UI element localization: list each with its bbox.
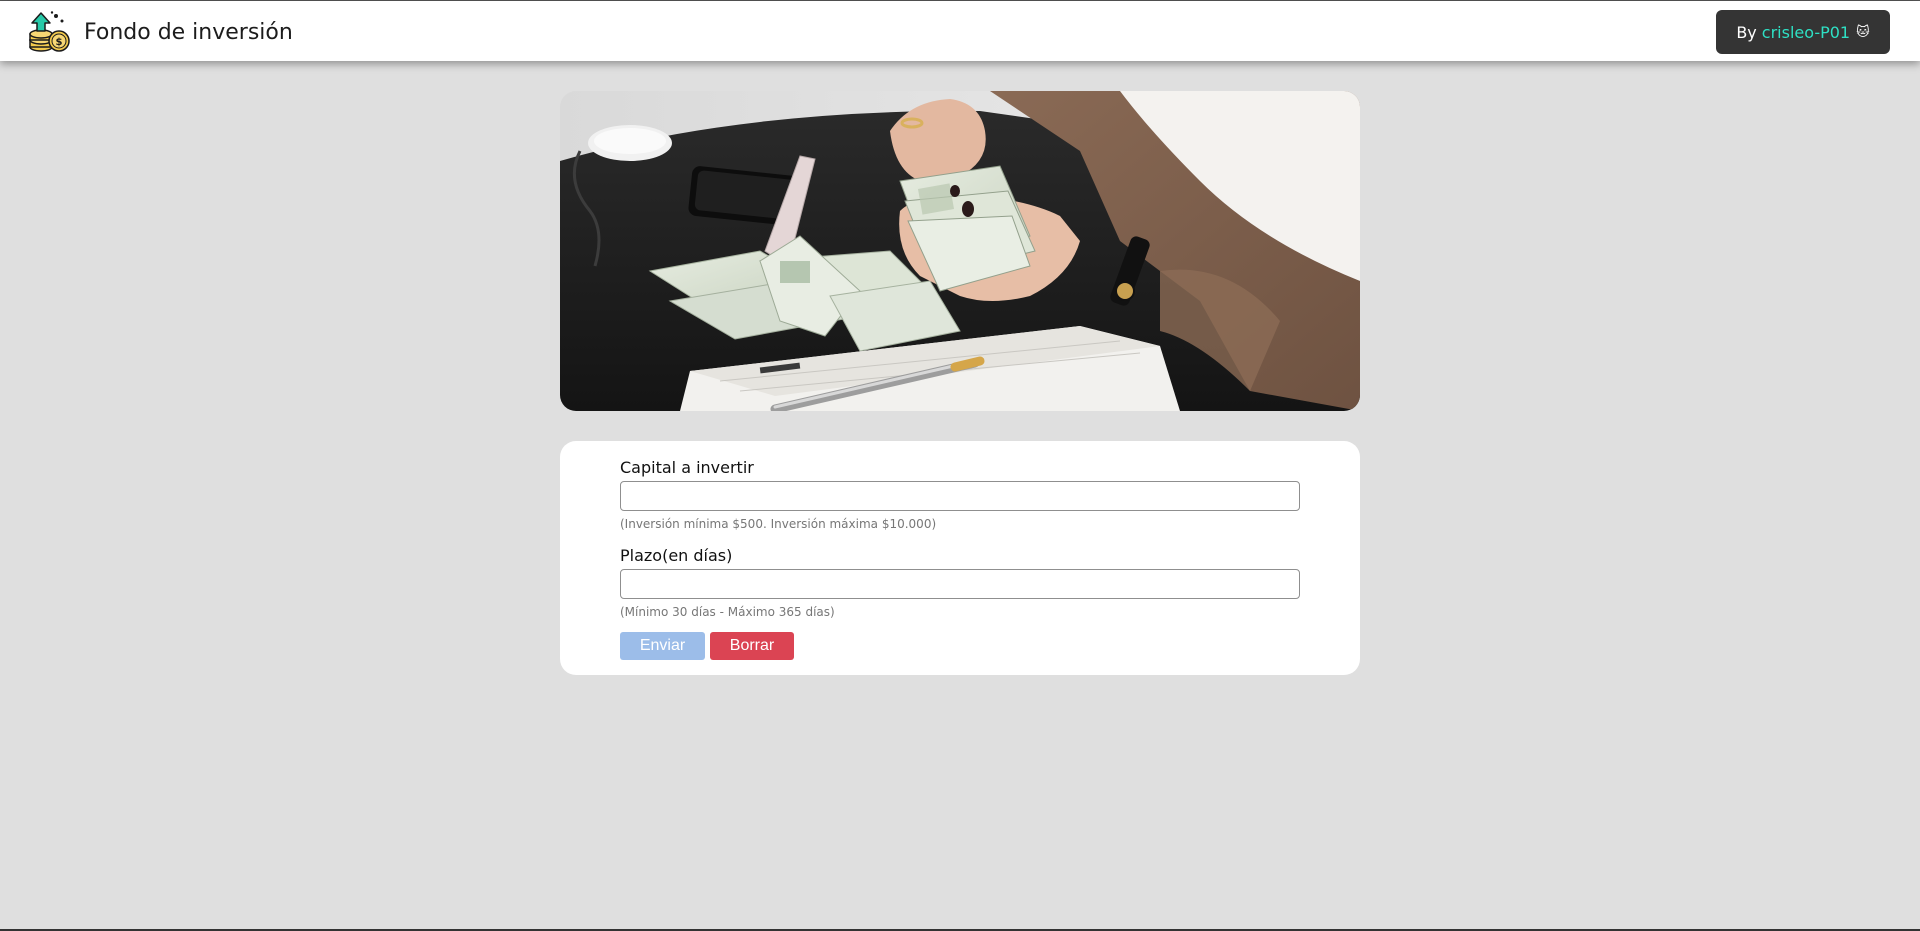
term-help-text: (Mínimo 30 días - Máximo 365 días) bbox=[620, 605, 835, 619]
term-days-input[interactable] bbox=[620, 569, 1300, 599]
svg-text:$: $ bbox=[56, 37, 63, 48]
hero-image bbox=[560, 91, 1360, 411]
capital-input[interactable] bbox=[620, 481, 1300, 511]
capital-help-text: (Inversión mínima $500. Inversión máxima… bbox=[620, 517, 937, 531]
investment-coins-icon: $ bbox=[29, 11, 70, 52]
navbar: $ Fondo de inversión By crisleo-P01 🐱 bbox=[0, 1, 1920, 61]
investment-form: Capital a invertir (Inversión mínima $50… bbox=[560, 441, 1360, 675]
clear-button[interactable]: Borrar bbox=[710, 632, 794, 660]
cat-emoji-icon: 🐱 bbox=[1856, 24, 1870, 40]
capital-label: Capital a invertir bbox=[620, 458, 754, 477]
author-link[interactable]: crisleo-P01 bbox=[1762, 23, 1850, 42]
author-button[interactable]: By crisleo-P01 🐱 bbox=[1716, 10, 1890, 54]
brand[interactable]: $ Fondo de inversión bbox=[28, 10, 293, 54]
author-prefix: By bbox=[1736, 22, 1757, 42]
hands-counting-money-photo bbox=[560, 91, 1360, 411]
term-label: Plazo(en días) bbox=[620, 546, 733, 565]
submit-button[interactable]: Enviar bbox=[620, 632, 705, 660]
app-title: Fondo de inversión bbox=[84, 19, 293, 45]
